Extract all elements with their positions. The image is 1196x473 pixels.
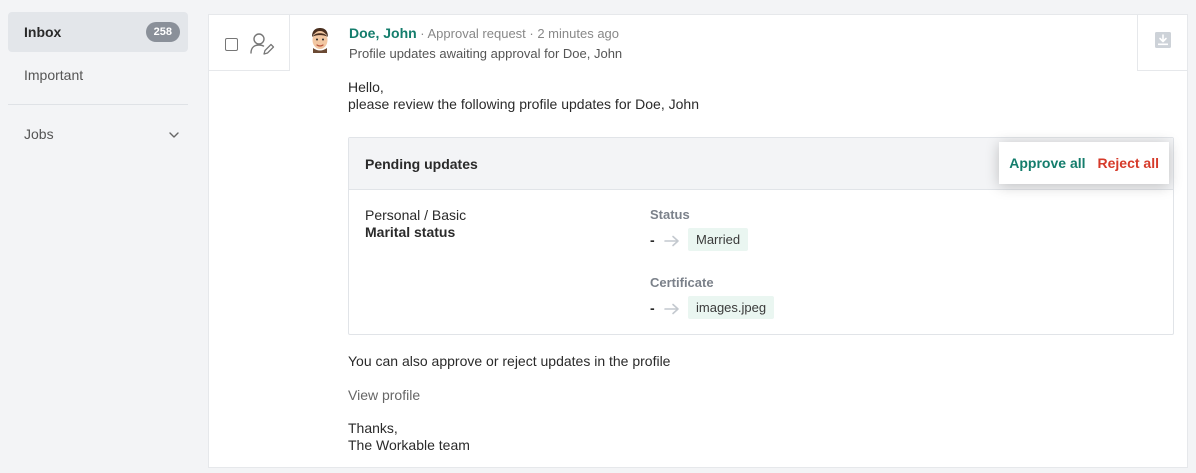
intro-text: please review the following profile upda… bbox=[348, 96, 699, 112]
sidebar-item-label: Important bbox=[24, 67, 84, 83]
field-certificate: Certificate - images.jpeg bbox=[650, 275, 775, 319]
message-subject: Profile updates awaiting approval for Do… bbox=[349, 46, 623, 61]
field-status: Status - Married bbox=[650, 207, 749, 251]
reject-all-button[interactable]: Reject all bbox=[1098, 155, 1159, 171]
sender-name[interactable]: Doe, John bbox=[349, 25, 417, 41]
sidebar-item-label: Inbox bbox=[24, 24, 62, 40]
old-value: - bbox=[650, 299, 655, 316]
field-label: Status bbox=[650, 207, 690, 222]
chevron-down-icon[interactable] bbox=[168, 128, 180, 140]
archive-cell bbox=[1137, 15, 1187, 71]
sidebar-item-label: Jobs bbox=[24, 126, 54, 142]
field-label: Certificate bbox=[650, 275, 714, 290]
pending-updates-content: Personal / Basic Marital status Status -… bbox=[349, 190, 1173, 334]
inbox-count-badge: 258 bbox=[145, 22, 180, 42]
update-section: Personal / Basic Marital status bbox=[365, 207, 466, 241]
select-message-checkbox[interactable] bbox=[225, 38, 238, 51]
certificate-file-link[interactable]: images.jpeg bbox=[688, 296, 775, 319]
sidebar: Inbox 258 Important Jobs bbox=[8, 12, 188, 154]
sidebar-item-jobs[interactable]: Jobs bbox=[8, 114, 188, 154]
message-header: Doe, John · Approval request · 2 minutes… bbox=[349, 25, 622, 61]
user-pencil-icon[interactable] bbox=[249, 31, 275, 57]
greeting-text: Hello, bbox=[348, 79, 384, 95]
field-change: - Married bbox=[650, 228, 749, 251]
message-toolbar bbox=[209, 15, 290, 71]
old-value: - bbox=[650, 231, 655, 248]
message-card: Doe, John · Approval request · 2 minutes… bbox=[208, 14, 1188, 468]
approve-all-button[interactable]: Approve all bbox=[1009, 155, 1085, 171]
view-profile-link[interactable]: View profile bbox=[348, 387, 420, 403]
sidebar-item-important[interactable]: Important bbox=[8, 55, 188, 95]
bulk-actions: Approve all Reject all bbox=[999, 142, 1169, 184]
sender-avatar bbox=[308, 27, 332, 53]
signoff-thanks: Thanks, bbox=[348, 420, 398, 436]
archive-download-icon[interactable] bbox=[1154, 31, 1172, 49]
message-meta: · Approval request · 2 minutes ago bbox=[416, 26, 620, 41]
outro-text: You can also approve or reject updates i… bbox=[348, 353, 671, 369]
sidebar-divider bbox=[8, 104, 188, 105]
arrow-right-icon bbox=[664, 234, 680, 246]
field-group-name: Marital status bbox=[365, 224, 456, 240]
arrow-right-icon bbox=[664, 302, 680, 314]
section-name: Personal / Basic bbox=[365, 207, 467, 223]
field-change: - images.jpeg bbox=[650, 296, 775, 319]
new-value: Married bbox=[688, 228, 749, 251]
pending-updates-panel: Pending updates Approve all Reject all P… bbox=[348, 137, 1174, 335]
signoff-team: The Workable team bbox=[348, 437, 470, 453]
message-body: Hello, please review the following profi… bbox=[348, 79, 1174, 454]
sidebar-item-inbox[interactable]: Inbox 258 bbox=[8, 12, 188, 52]
